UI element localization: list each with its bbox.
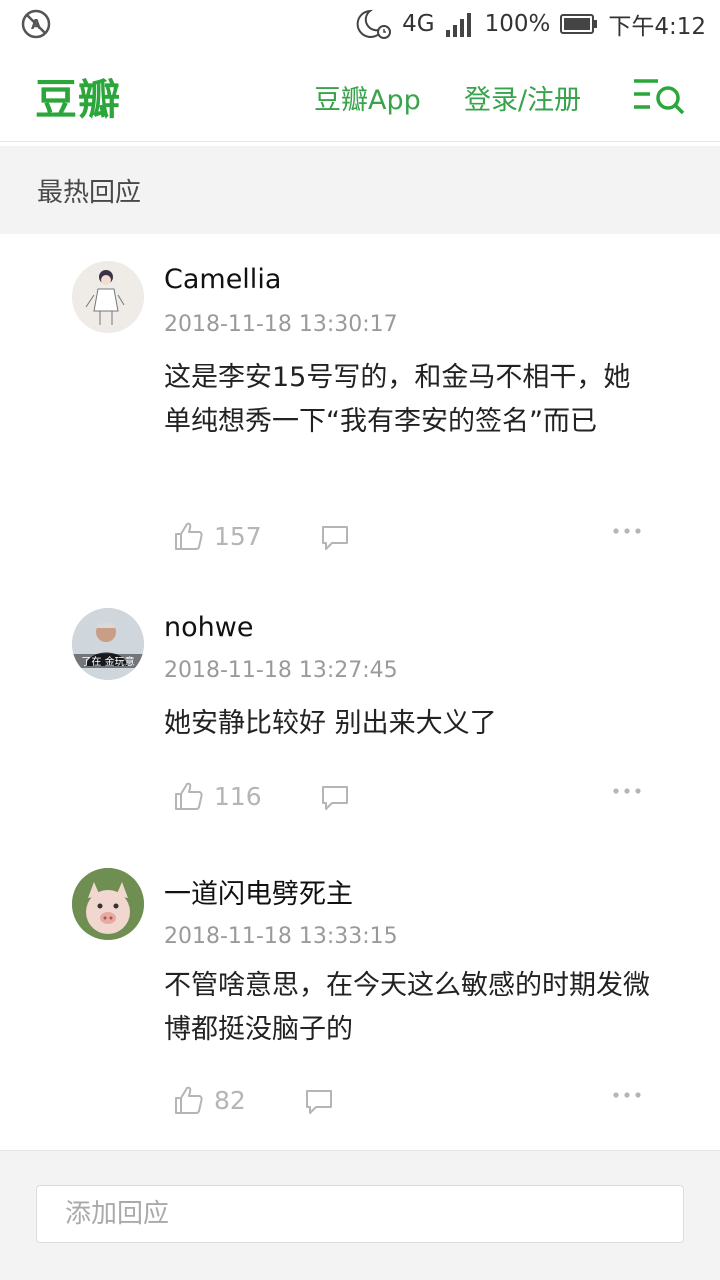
comment-author[interactable]: Camellia xyxy=(164,264,281,295)
comment-content: 她安静比较好 别出来大义了 xyxy=(164,708,497,739)
like-count: 157 xyxy=(214,521,262,551)
like-count: 116 xyxy=(214,781,262,811)
comment-item: 一道闪电劈死主 2018-11-18 13:33:15 不管啥意思，在今天这么敏… xyxy=(0,854,720,1144)
top-nav: 豆瓣 豆瓣App 登录/注册 xyxy=(0,48,720,142)
thumbs-up-icon xyxy=(175,782,203,810)
avatar[interactable]: 了在 金玩意 xyxy=(72,608,144,680)
comment-actions: 82 xyxy=(0,1084,720,1124)
like-count: 82 xyxy=(214,1085,246,1115)
battery-percent: 100% xyxy=(484,11,551,37)
menu-search-icon[interactable] xyxy=(632,76,686,116)
comment-time: 2018-11-18 13:27:45 xyxy=(164,658,398,683)
comment-item: 了在 金玩意 nohwe 2018-11-18 13:27:45 她安静比较好 … xyxy=(0,594,720,854)
comment-time: 2018-11-18 13:33:15 xyxy=(164,924,398,949)
clock: 下午4:12 xyxy=(608,14,706,40)
status-bar: A 4G 100% 下午4:12 xyxy=(0,0,720,48)
like-button[interactable]: 82 xyxy=(172,1084,246,1116)
avatar-caption: 了在 金玩意 xyxy=(81,655,134,668)
comment-author[interactable]: nohwe xyxy=(164,612,253,643)
like-button[interactable]: 116 xyxy=(172,780,262,812)
login-register-link[interactable]: 登录/注册 xyxy=(464,78,581,117)
man-photo-avatar-icon: 了在 金玩意 xyxy=(72,608,144,680)
comment-actions: 157 xyxy=(0,520,720,560)
thumbs-up-icon xyxy=(175,522,203,550)
comment-time: 2018-11-18 13:30:17 xyxy=(164,312,398,337)
more-options-icon[interactable] xyxy=(612,1090,642,1100)
status-indicators: 4G 100% 下午4:12 xyxy=(356,6,706,42)
more-options-icon[interactable] xyxy=(612,786,642,796)
douban-app-link[interactable]: 豆瓣App xyxy=(314,78,421,117)
battery-icon xyxy=(560,14,598,34)
network-type: 4G xyxy=(402,11,435,37)
thumbs-up-icon xyxy=(175,1086,203,1114)
reply-bar xyxy=(0,1150,720,1280)
reply-bubble-icon[interactable] xyxy=(320,524,350,552)
reply-bubble-icon[interactable] xyxy=(304,1088,334,1116)
reply-bubble-icon[interactable] xyxy=(320,784,350,812)
avatar[interactable] xyxy=(72,868,144,940)
avatar[interactable] xyxy=(72,261,144,333)
section-title: 最热回应 xyxy=(37,178,142,208)
comment-actions: 116 xyxy=(0,780,720,820)
comment-content: 这是李安15号写的，和金马不相干，她单纯想秀一下“我有李安的签名”而已 xyxy=(164,362,631,437)
comment-author[interactable]: 一道闪电劈死主 xyxy=(164,872,353,911)
douban-logo[interactable]: 豆瓣 xyxy=(35,66,121,127)
like-button[interactable]: 157 xyxy=(172,520,262,552)
section-header: 最热回应 xyxy=(0,146,720,234)
night-mode-alarm-icon xyxy=(356,9,392,39)
comment-item: Camellia 2018-11-18 13:30:17 这是李安15号写的，和… xyxy=(0,234,720,594)
piglet-avatar-icon xyxy=(72,868,144,940)
add-reply-input[interactable] xyxy=(36,1185,684,1243)
comment-content: 不管啥意思，在今天这么敏感的时期发微博都挺没脑子的 xyxy=(164,970,650,1045)
auto-brightness-icon: A xyxy=(21,9,51,39)
girl-drawing-avatar-icon xyxy=(72,261,144,333)
signal-icon xyxy=(445,13,471,37)
more-options-icon[interactable] xyxy=(612,526,642,536)
